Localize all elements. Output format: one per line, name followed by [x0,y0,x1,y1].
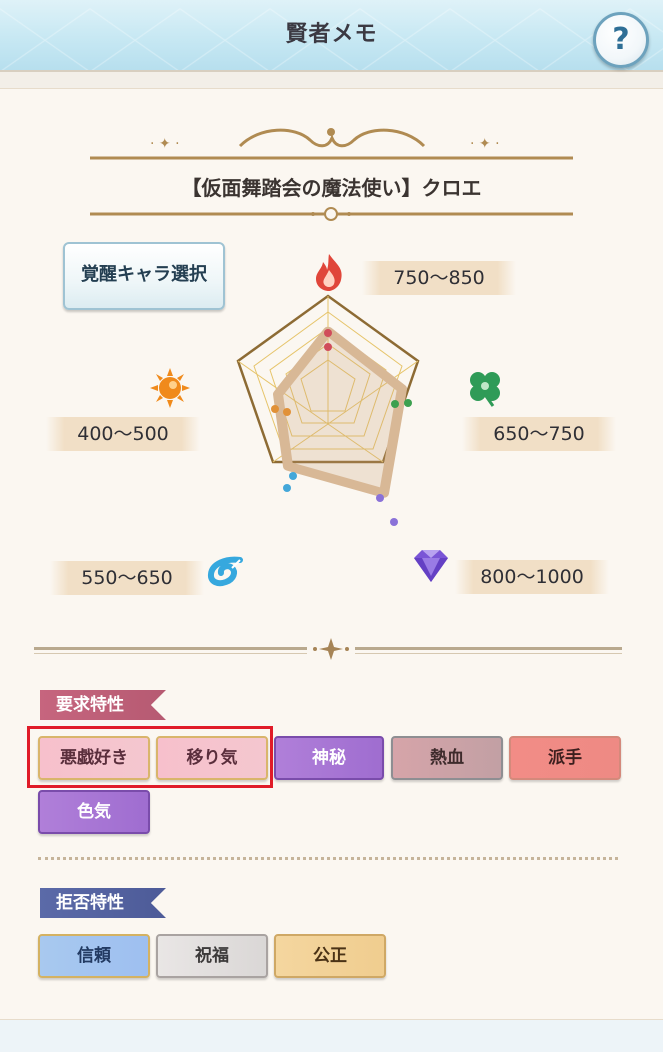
character-name: 【仮面舞踏会の魔法使い】クロエ [181,176,482,200]
ornament-bottom [90,207,573,221]
trait-mystery[interactable]: 神秘 [274,736,384,780]
dotted-separator [38,857,618,860]
trait-flashy[interactable]: 派手 [509,736,621,780]
water-range: 550〜650 [50,561,204,595]
trait-trust[interactable]: 信頼 [38,934,150,978]
sun-range: 400〜500 [46,417,200,451]
radar-chart [236,294,420,526]
footer-area [0,1020,663,1052]
sun-icon [150,368,190,408]
required-traits-label: 要求特性 [40,690,166,720]
fire-icon [316,254,342,291]
trait-passion[interactable]: 熱血 [391,736,503,780]
help-button[interactable]: ? [593,12,649,68]
clover-icon [470,372,500,407]
diamond-range: 800〜1000 [455,560,609,594]
ornament-top: · ✦ · · ✦ · [90,128,573,160]
water-icon [207,556,243,587]
trait-blessing[interactable]: 祝福 [156,934,268,978]
trait-justice[interactable]: 公正 [274,934,386,978]
fire-range: 750〜850 [362,261,516,295]
trait-charm[interactable]: 色気 [38,790,150,834]
diamond-icon [414,550,448,582]
header-bar: 賢者メモ ? [0,0,663,72]
highlight-box [27,726,273,788]
svg-text:· ✦ ·: · ✦ · [470,136,500,152]
page-title: 賢者メモ [285,22,378,47]
svg-text:· ✦ ·: · ✦ · [150,136,180,152]
divider-star-icon [307,638,355,660]
clover-range: 650〜750 [462,417,616,451]
rejected-traits-label: 拒否特性 [40,888,166,918]
